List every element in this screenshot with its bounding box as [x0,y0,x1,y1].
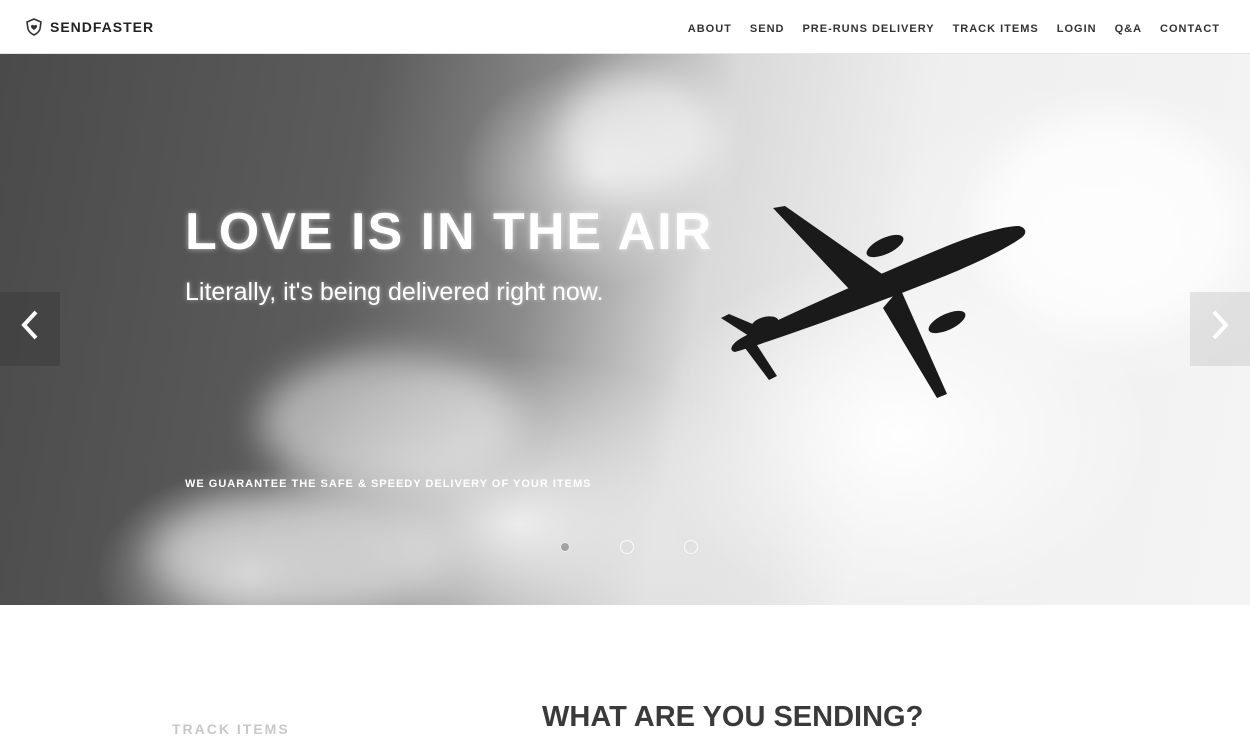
airplane-image [721,206,1026,398]
chevron-right-icon [1208,307,1232,352]
carousel-dot-3[interactable] [684,540,698,554]
nav-link-about[interactable]: ABOUT [688,23,732,35]
carousel-dot-1[interactable] [560,542,570,552]
track-items-label[interactable]: TRACK ITEMS [172,721,290,737]
nav-link-login[interactable]: LOGIN [1057,23,1097,35]
shield-heart-icon [24,17,44,37]
chevron-left-icon [18,307,42,352]
cloud-shape [260,354,520,494]
nav-link-qa[interactable]: Q&A [1115,23,1142,35]
brand-logo-link[interactable]: SENDFASTER [24,17,154,37]
carousel-dot-2[interactable] [620,540,634,554]
cloud-shape [150,494,450,605]
carousel-prev-button[interactable] [0,292,60,366]
nav-link-send[interactable]: SEND [750,23,785,35]
carousel-indicators [560,540,698,554]
hero-subtitle: Literally, it's being delivered right no… [185,278,604,306]
nav-link-track-items[interactable]: TRACK ITEMS [953,23,1039,35]
content-section: TRACK ITEMS WHAT ARE YOU SENDING? [0,605,1250,750]
cloud-shape [560,74,720,194]
nav-link-contact[interactable]: CONTACT [1160,23,1220,35]
section-heading: WHAT ARE YOU SENDING? [542,701,924,733]
carousel-next-button[interactable] [1190,292,1250,366]
top-navbar: SENDFASTER ABOUT SEND PRE-RUNS DELIVERY … [0,0,1250,54]
hero-tagline: WE GUARANTEE THE SAFE & SPEEDY DELIVERY … [185,478,592,490]
brand-name: SENDFASTER [50,18,155,35]
nav-link-pre-runs-delivery[interactable]: PRE-RUNS DELIVERY [802,23,934,35]
hero-carousel: LOVE IS IN THE AIR Literally, it's being… [0,54,1250,605]
hero-title: LOVE IS IN THE AIR [185,203,714,261]
nav-links: ABOUT SEND PRE-RUNS DELIVERY TRACK ITEMS… [688,23,1220,35]
